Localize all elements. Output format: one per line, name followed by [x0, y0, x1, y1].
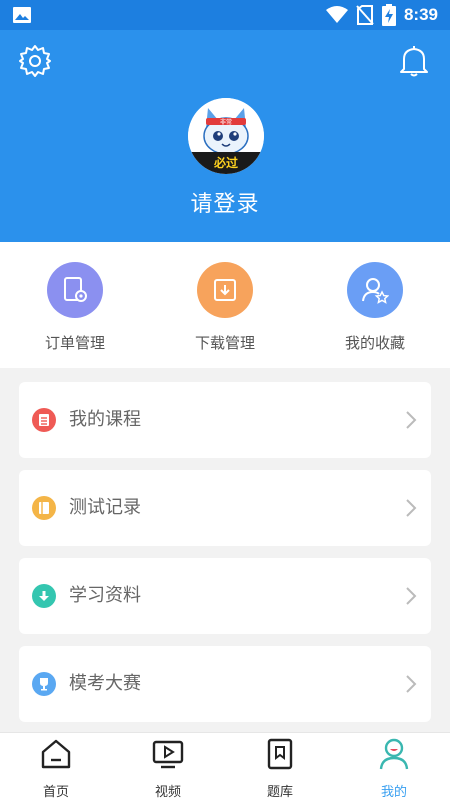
tab-label: 我的: [380, 785, 407, 800]
bottom-tab-bar: 首页 视频 题库 我的: [0, 732, 450, 800]
avatar[interactable]: 非常 必过: [188, 98, 264, 174]
order-settings-icon: [47, 262, 103, 318]
login-link[interactable]: 请登录: [0, 186, 450, 218]
download-management-button[interactable]: 下载管理: [170, 262, 280, 353]
menu-item-study-materials[interactable]: 学习资料: [19, 558, 431, 634]
no-sim-icon: [356, 5, 374, 25]
clock-time: 8:39: [403, 5, 438, 24]
menu-item-label: 我的课程: [69, 409, 141, 430]
download-icon: [197, 262, 253, 318]
avatar-badge: 必过: [213, 156, 238, 170]
tab-video[interactable]: 视频: [128, 737, 208, 800]
tab-home[interactable]: 首页: [16, 737, 96, 800]
tab-profile[interactable]: 我的: [354, 737, 434, 800]
download-management-label: 下载管理: [194, 334, 255, 352]
download-arrow-icon: [32, 584, 56, 608]
favorite-user-icon: [347, 262, 403, 318]
avatar-hat-text: 非常: [219, 119, 232, 126]
list-icon: [32, 408, 56, 432]
book-icon: [32, 496, 56, 520]
menu-item-label: 测试记录: [69, 497, 141, 518]
order-management-button[interactable]: 订单管理: [20, 262, 130, 353]
home-icon: [41, 739, 71, 769]
tab-label: 视频: [154, 785, 181, 800]
gear-icon[interactable]: [18, 44, 52, 78]
tab-label: 题库: [266, 785, 293, 800]
status-bar: 8:39: [0, 0, 450, 30]
trophy-icon: [32, 672, 56, 696]
profile-header: 非常 必过 请登录: [0, 30, 450, 242]
chevron-right-icon: [406, 411, 417, 429]
chevron-right-icon: [406, 587, 417, 605]
profile-icon: [379, 738, 409, 770]
image-icon: [13, 7, 31, 23]
my-favorites-button[interactable]: 我的收藏: [320, 262, 430, 353]
menu-item-test-records[interactable]: 测试记录: [19, 470, 431, 546]
wifi-icon: [325, 6, 348, 23]
bell-icon[interactable]: [398, 44, 430, 78]
my-favorites-label: 我的收藏: [344, 334, 405, 352]
video-icon: [152, 740, 184, 769]
menu-item-mock-contest[interactable]: 模考大赛: [19, 646, 431, 722]
chevron-right-icon: [406, 499, 417, 517]
tab-label: 首页: [42, 785, 69, 800]
menu-item-label: 模考大赛: [69, 673, 141, 694]
menu-item-my-courses[interactable]: 我的课程: [19, 382, 431, 458]
menu-item-label: 学习资料: [69, 585, 141, 606]
chevron-right-icon: [406, 675, 417, 693]
quick-actions: 订单管理 下载管理 我的收藏: [0, 242, 450, 368]
tab-question-bank[interactable]: 题库: [240, 737, 320, 800]
order-management-label: 订单管理: [44, 334, 105, 352]
battery-charging-icon: [381, 4, 396, 26]
question-bank-icon: [267, 738, 293, 770]
